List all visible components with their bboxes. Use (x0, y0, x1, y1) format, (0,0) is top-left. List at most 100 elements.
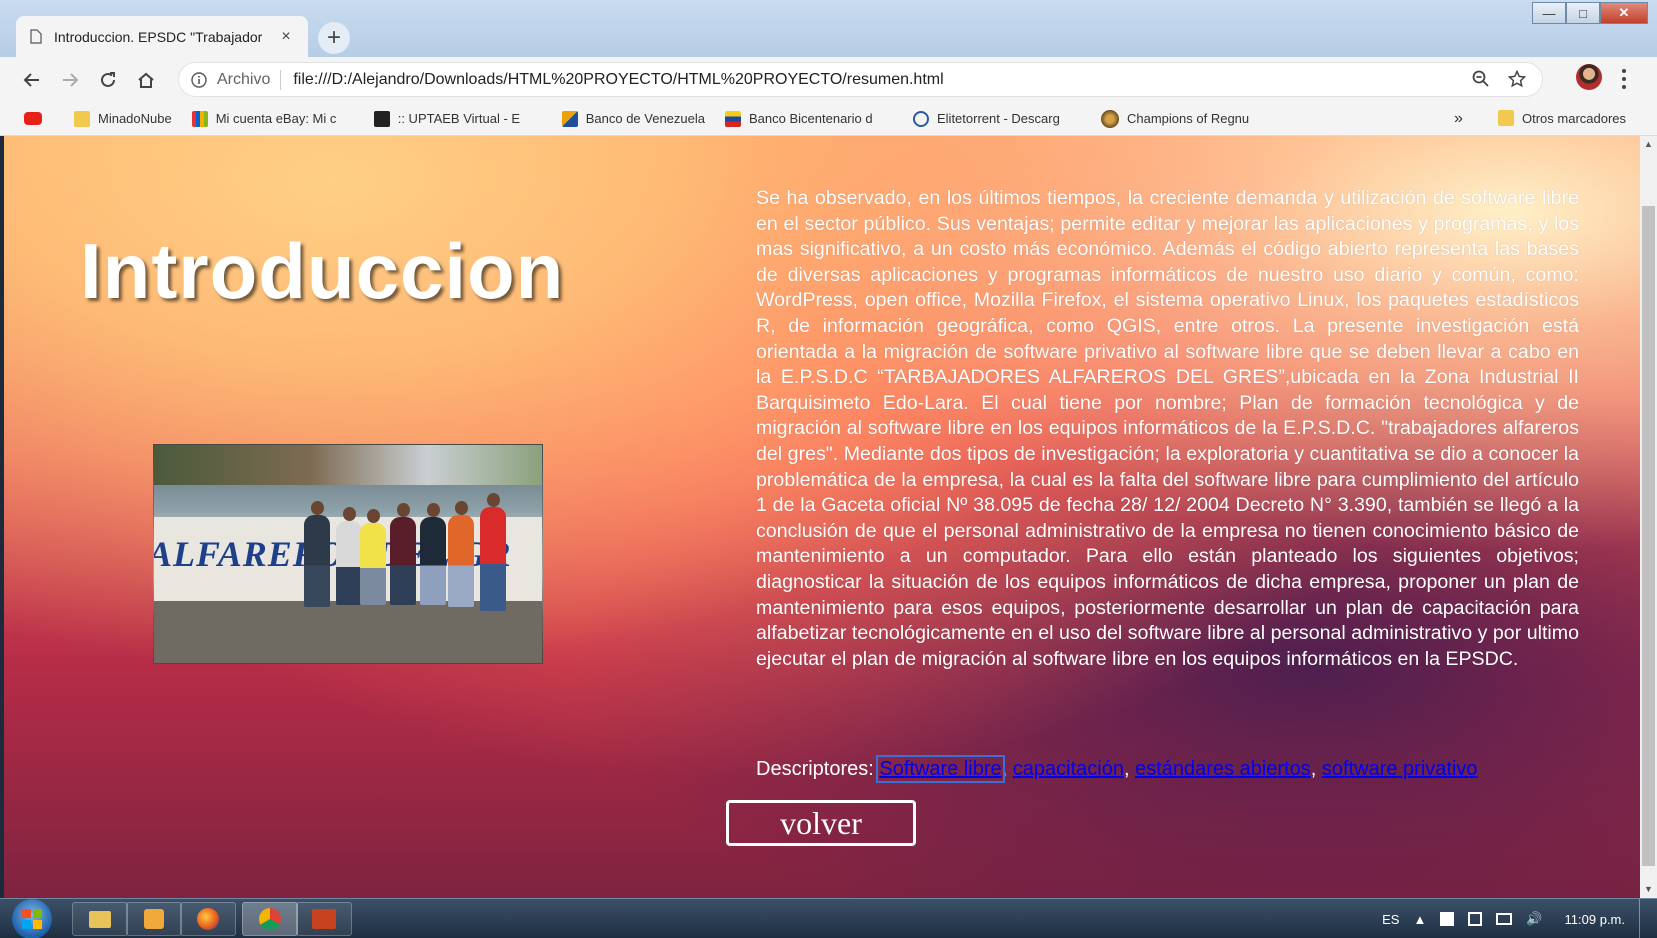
address-bar[interactable]: Archivo file:///D:/Alejandro/Downloads/H… (178, 62, 1543, 97)
bookmarks-overflow-button[interactable]: » (1454, 110, 1463, 128)
forward-button[interactable] (52, 62, 88, 98)
language-indicator[interactable]: ES (1382, 912, 1399, 927)
media-player-icon (144, 909, 164, 929)
action-center-flag-icon[interactable] (1440, 912, 1455, 926)
bookmark-banco-bicentenario[interactable]: Banco Bicentenario d (725, 110, 893, 127)
bookmark-minadonube[interactable]: MinadoNube (74, 110, 172, 127)
windows-logo-icon (12, 899, 52, 938)
bookmark-label: Champions of Regnu (1127, 111, 1250, 126)
omnibox-actions (1472, 70, 1526, 88)
descriptores-label: Descriptores: (756, 758, 880, 780)
tab-close-button[interactable]: × (278, 28, 294, 46)
youtube-icon (24, 112, 42, 125)
game-icon (1101, 109, 1119, 128)
reload-icon (101, 71, 115, 87)
bookmark-label: Banco de Venezuela (585, 111, 705, 126)
taskbar-powerpoint[interactable] (296, 902, 352, 936)
page-icon (30, 29, 42, 44)
abstract-text: Se ha observado, en los últimos tiempos,… (756, 187, 1579, 670)
windows-taskbar: ES ▲ 🔊 11:09 p.m. (0, 898, 1657, 938)
photo-person (304, 501, 330, 607)
folder-icon (74, 110, 90, 127)
bookmark-label: Elitetorrent - Descarg (937, 111, 1060, 126)
bookmark-youtube[interactable] (24, 112, 50, 125)
taskbar-firefox[interactable] (180, 902, 236, 936)
descriptores-line: Descriptores: Software libre, capacitaci… (756, 755, 1478, 783)
url-text[interactable]: file:///D:/Alejandro/Downloads/HTML%20PR… (293, 71, 943, 89)
torrent-icon (913, 110, 929, 127)
bookmarks-bar: MinadoNube Mi cuenta eBay: Mi c :: UPTAE… (0, 102, 1657, 136)
back-button[interactable] (14, 62, 50, 98)
folder-icon (89, 910, 111, 928)
bookmark-ebay[interactable]: Mi cuenta eBay: Mi c (191, 110, 354, 127)
home-icon (138, 72, 154, 88)
photo-person (480, 493, 506, 611)
network-icon[interactable] (1496, 913, 1513, 925)
descriptor-link-software-privativo[interactable]: software privativo (1322, 758, 1478, 780)
bank-flag-icon (725, 110, 741, 127)
scheme-label: Archivo (217, 70, 271, 88)
scroll-down-arrow-icon[interactable]: ▼ (1640, 881, 1657, 898)
bookmark-label: Banco Bicentenario d (749, 111, 873, 126)
volver-button[interactable]: volver (726, 800, 916, 846)
ebay-icon (191, 110, 208, 127)
close-window-button[interactable]: ✕ (1600, 2, 1648, 24)
bookmark-label: :: UPTAEB Virtual - E (397, 111, 521, 126)
photo-person (448, 501, 474, 607)
maximize-button[interactable]: □ (1566, 2, 1600, 24)
browser-titlebar: Introduccion. EPSDC "Trabajador × + — □ … (0, 0, 1657, 57)
start-button[interactable] (8, 899, 56, 938)
group-photo: ALFAREROS DEL GR (153, 444, 543, 664)
descriptor-link-software-libre[interactable]: Software libre (876, 755, 1005, 783)
bank-icon (561, 110, 578, 127)
descriptor-link-estandares-abiertos[interactable]: estándares abiertos (1135, 758, 1311, 780)
bookmark-elitetorrent[interactable]: Elitetorrent - Descarg (913, 110, 1081, 127)
clock[interactable]: 11:09 p.m. (1565, 912, 1625, 927)
page-scrollbar[interactable]: ▲ ▼ (1640, 136, 1657, 898)
taskbar-media-player[interactable] (126, 902, 182, 936)
system-tray: ES ▲ 🔊 11:09 p.m. (1382, 899, 1649, 938)
separator: , (1001, 758, 1013, 780)
zoom-icon[interactable] (1472, 70, 1490, 88)
bookmark-uptaeb[interactable]: :: UPTAEB Virtual - E (373, 110, 542, 127)
profile-avatar[interactable] (1576, 64, 1602, 90)
printer-icon[interactable] (1468, 912, 1483, 926)
bookmark-banco-venezuela[interactable]: Banco de Venezuela (561, 110, 705, 127)
forward-arrow-icon (63, 72, 79, 87)
taskbar-explorer[interactable] (72, 902, 128, 936)
powerpoint-icon (312, 909, 336, 929)
new-tab-button[interactable]: + (318, 22, 350, 54)
show-hidden-icons-icon[interactable]: ▲ (1413, 912, 1426, 927)
menu-kebab-icon[interactable] (1622, 69, 1628, 89)
chrome-icon (259, 908, 281, 930)
page-viewport: Introduccion ALFAREROS DEL GR Se ha obse… (4, 136, 1640, 898)
browser-toolbar: Archivo file:///D:/Alejandro/Downloads/H… (0, 57, 1657, 102)
minimize-button[interactable]: — (1532, 2, 1566, 24)
window-controls: — □ ✕ (1532, 2, 1648, 24)
volume-icon[interactable]: 🔊 (1526, 911, 1542, 927)
other-bookmarks-label: Otros marcadores (1522, 110, 1627, 126)
scroll-up-arrow-icon[interactable]: ▲ (1640, 136, 1657, 153)
other-bookmarks-button[interactable]: Otros marcadores (1498, 110, 1626, 126)
scrollbar-thumb[interactable] (1642, 206, 1655, 866)
folder-icon (1498, 110, 1514, 126)
separator: , (1123, 758, 1136, 780)
descriptor-link-capacitacion[interactable]: capacitación (1013, 758, 1124, 780)
photo-person (390, 503, 416, 605)
separator: , (1310, 758, 1322, 780)
show-desktop-button[interactable] (1639, 899, 1649, 938)
star-icon[interactable] (1508, 70, 1526, 88)
taskbar-chrome[interactable] (242, 902, 298, 936)
photo-person (336, 507, 362, 605)
reload-button[interactable] (90, 62, 126, 98)
back-arrow-icon (23, 72, 39, 87)
bookmark-champions[interactable]: Champions of Regnu (1101, 109, 1271, 128)
photo-person (420, 503, 446, 605)
browser-tab-active[interactable]: Introduccion. EPSDC "Trabajador × (16, 16, 308, 57)
bookmark-label: MinadoNube (98, 111, 172, 126)
omnibox-separator (280, 69, 282, 90)
home-button[interactable] (128, 62, 164, 98)
bookmark-label: Mi cuenta eBay: Mi c (215, 111, 337, 126)
firefox-icon (197, 908, 219, 930)
info-icon (191, 71, 207, 88)
